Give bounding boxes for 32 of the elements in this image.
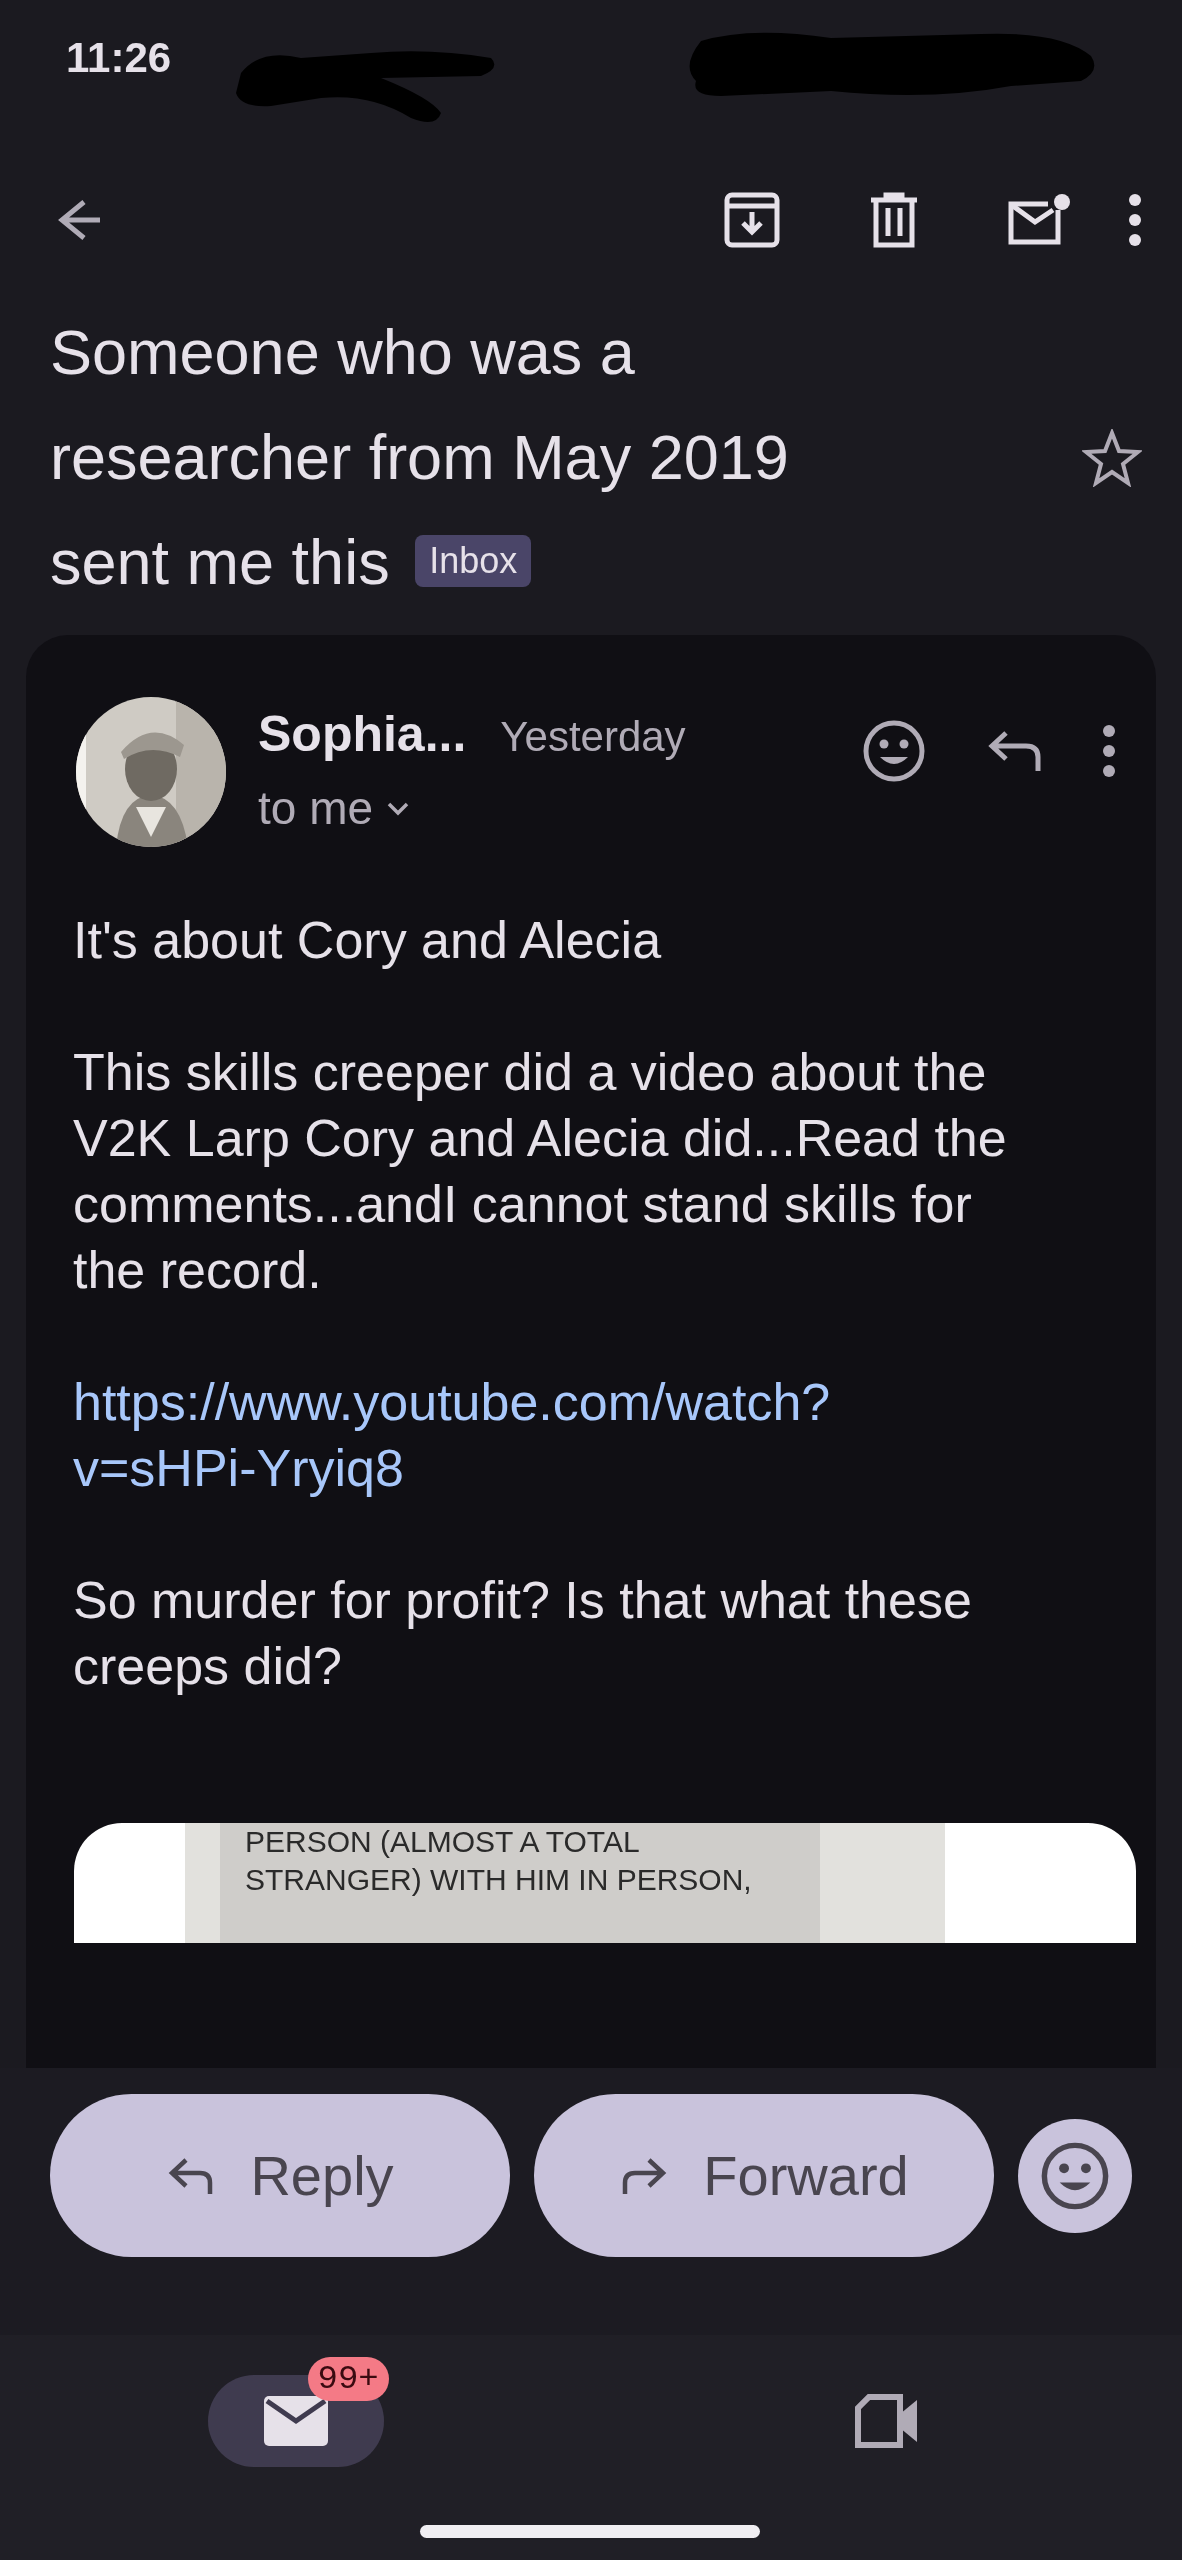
react-icon (862, 719, 926, 783)
mark-unread-button[interactable] (1008, 194, 1070, 246)
reply-button[interactable]: Reply (50, 2094, 510, 2257)
smiley-icon (1040, 2140, 1110, 2211)
attachment-image[interactable]: PERSON (ALMOST A TOTAL STRANGER) WITH HIM IN PERSON, (74, 1823, 1136, 1943)
message-paragraph: This skills creeper did a video about the V2K Larp Cory and Alecia did...Read the comments...andI cannot stand skills for the record. (73, 1042, 1008, 1301)
status-time: 11:26 (66, 33, 172, 83)
forward-button[interactable]: Forward (534, 2094, 994, 2257)
label-chip: Inbox (415, 535, 532, 588)
attachment-text: STRANGER) WITH HIM IN PERSON, (245, 1862, 753, 1898)
archive-icon (724, 192, 780, 248)
delete-icon (868, 192, 920, 248)
react-button[interactable] (862, 719, 926, 783)
attachment-text: PERSON (ALMOST A TOTAL (245, 1824, 641, 1860)
count-badge: 99+ (307, 2357, 389, 2401)
more-icon (1102, 724, 1116, 778)
mark-unread-icon (1008, 194, 1070, 246)
email-subject: Someone who was a researcher from May 2019 sent me this Inbox (50, 316, 790, 599)
delete-button[interactable] (868, 192, 920, 248)
message-time: Yesterday (500, 712, 686, 762)
more-button[interactable] (1102, 724, 1116, 778)
message-paragraph: It's about Cory and Alecia (73, 910, 663, 971)
mail-icon (262, 2395, 329, 2447)
chevron-down-icon (387, 801, 410, 816)
archive-button[interactable] (724, 192, 780, 248)
star-button[interactable] (1082, 428, 1142, 487)
more-button[interactable] (1128, 193, 1142, 247)
message-link[interactable]: https://www.youtube.com/watch?v=sHPi-Yryiq8 (73, 1369, 973, 1501)
recipient-toggle[interactable]: to me (258, 774, 686, 843)
message-paragraph: So murder for profit? Is that what these creeps did? (73, 1570, 973, 1697)
more-icon (1128, 193, 1142, 247)
sender-name: Sophia... (258, 705, 467, 764)
